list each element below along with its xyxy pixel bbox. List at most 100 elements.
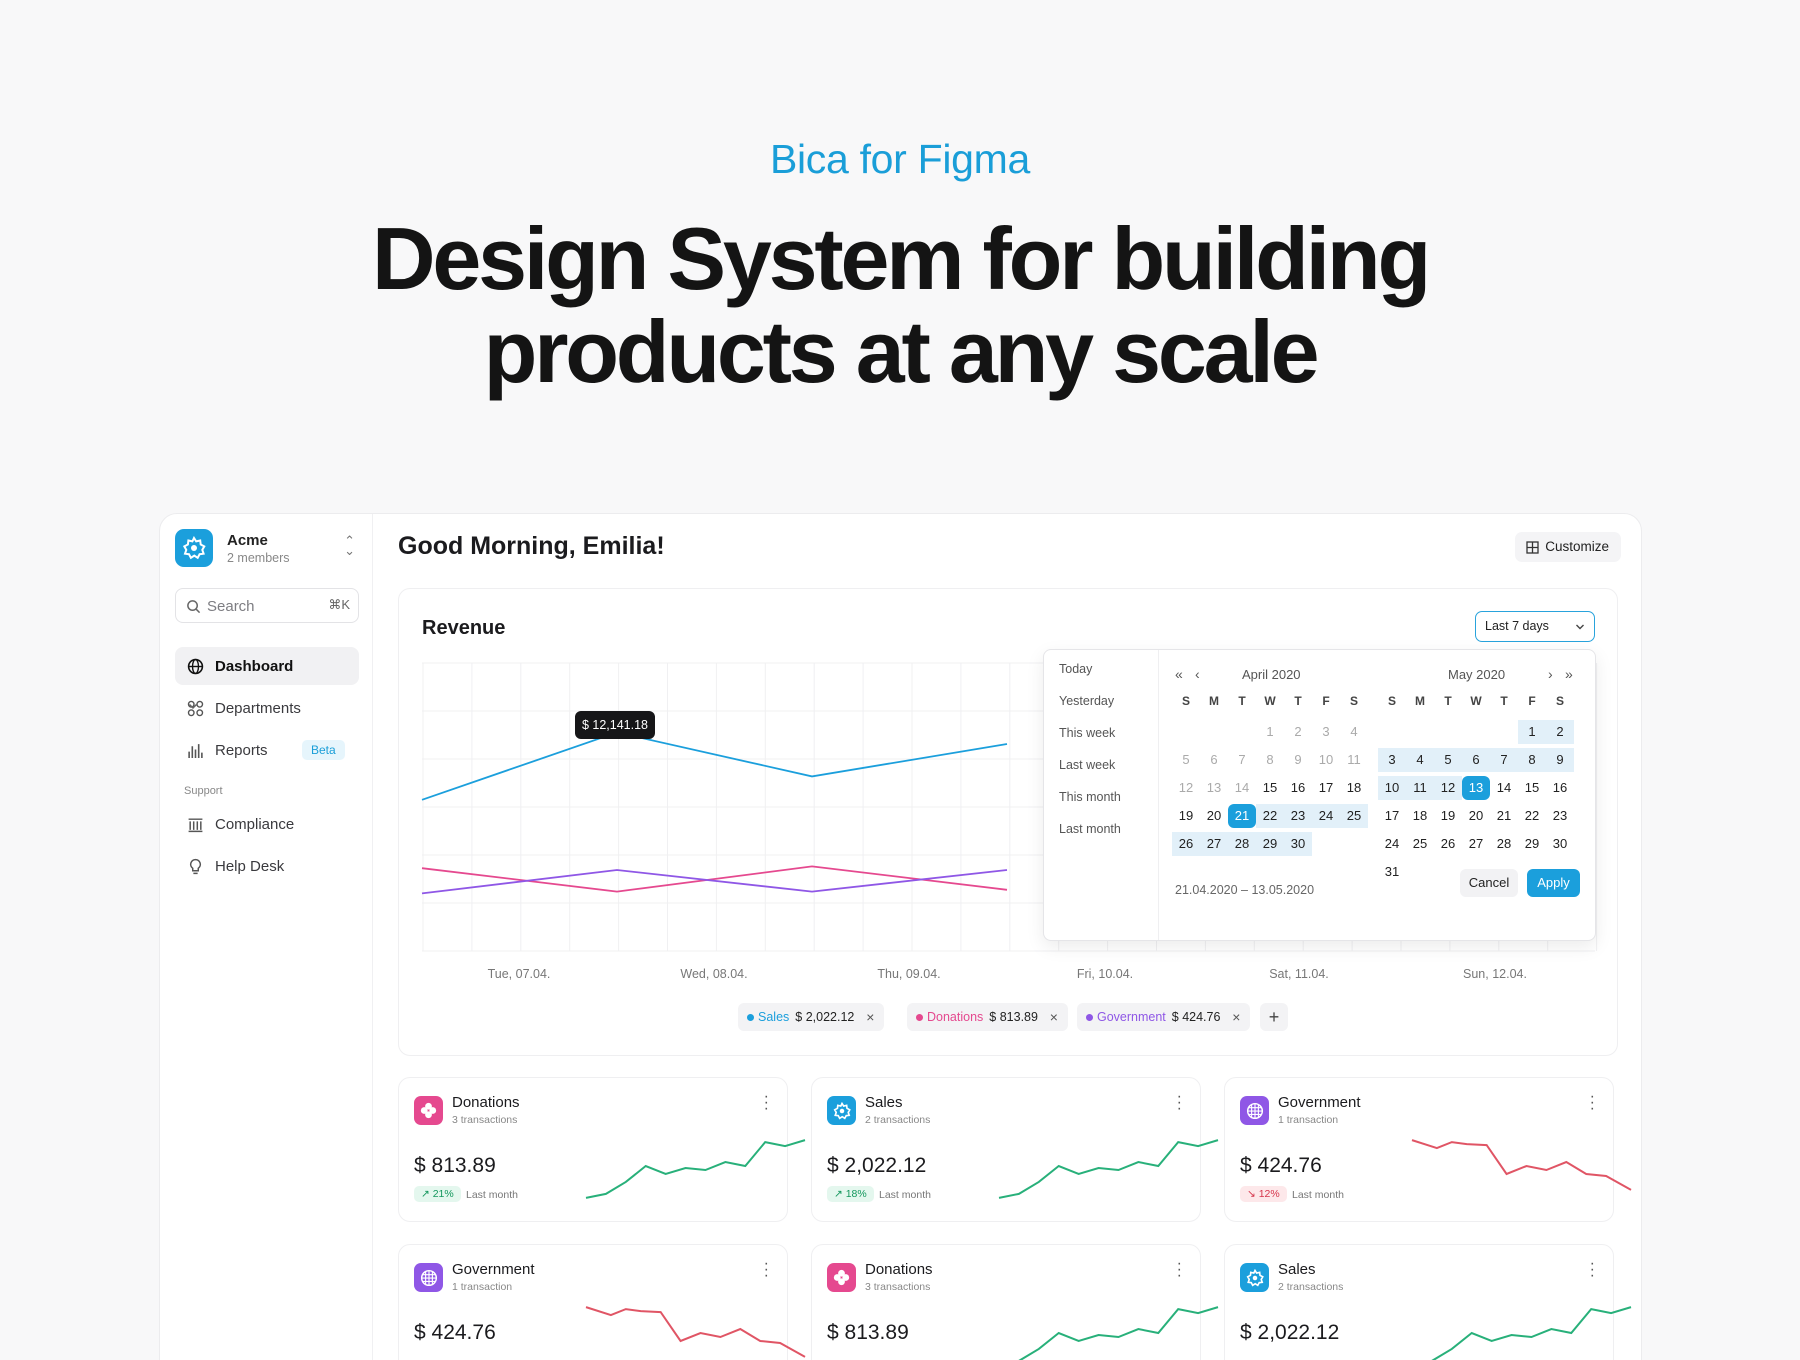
calendar-day[interactable]: 13 <box>1462 776 1490 800</box>
calendar-day[interactable]: 4 <box>1406 748 1434 772</box>
calendar-day[interactable]: 10 <box>1378 776 1406 800</box>
metric-card[interactable]: Donations 3 transactions · · · $ 813.89 <box>811 1244 1219 1360</box>
calendar-day[interactable]: 26 <box>1172 832 1200 856</box>
calendar-day[interactable]: 18 <box>1340 776 1368 800</box>
chevron-right-icon[interactable]: › <box>1548 666 1553 682</box>
calendar-day[interactable]: 15 <box>1256 776 1284 800</box>
calendar-day[interactable]: 16 <box>1284 776 1312 800</box>
calendar-day[interactable]: 20 <box>1462 804 1490 828</box>
calendar-day[interactable]: 20 <box>1200 804 1228 828</box>
legend-chip-donations[interactable]: Donations $ 813.89 × <box>907 1003 1068 1031</box>
calendar-day[interactable]: 25 <box>1406 832 1434 856</box>
calendar-day[interactable]: 28 <box>1490 832 1518 856</box>
calendar-day[interactable]: 25 <box>1340 804 1368 828</box>
calendar-day[interactable]: 13 <box>1200 776 1228 800</box>
preset-yesterday[interactable]: Yesterday <box>1059 694 1114 708</box>
chevron-left-icon[interactable]: ‹ <box>1195 666 1200 682</box>
more-vertical-icon[interactable]: · · · <box>1177 1256 1182 1284</box>
customize-button[interactable]: Customize <box>1515 532 1621 562</box>
more-vertical-icon[interactable]: · · · <box>1590 1256 1595 1284</box>
more-vertical-icon[interactable]: · · · <box>1590 1089 1595 1117</box>
add-series-button[interactable]: + <box>1260 1003 1288 1031</box>
calendar-day[interactable]: 3 <box>1312 720 1340 744</box>
series-line-government[interactable] <box>421 869 1008 895</box>
calendar-day[interactable]: 23 <box>1546 804 1574 828</box>
more-vertical-icon[interactable]: · · · <box>764 1256 769 1284</box>
double-chevron-right-icon[interactable]: » <box>1565 666 1573 682</box>
calendar-day[interactable]: 12 <box>1172 776 1200 800</box>
metric-card[interactable]: Donations 3 transactions · · · $ 813.89 ↗ 21% L… <box>398 1077 806 1222</box>
calendar-day[interactable]: 4 <box>1340 720 1368 744</box>
calendar-day[interactable]: 16 <box>1546 776 1574 800</box>
calendar-day[interactable]: 22 <box>1518 804 1546 828</box>
search-input[interactable]: Search ⌘K <box>175 588 359 623</box>
calendar-day[interactable]: 28 <box>1228 832 1256 856</box>
calendar-day[interactable]: 3 <box>1378 748 1406 772</box>
calendar-day[interactable]: 24 <box>1378 832 1406 856</box>
more-vertical-icon[interactable]: · · · <box>764 1089 769 1117</box>
calendar-day[interactable]: 5 <box>1172 748 1200 772</box>
legend-chip-sales[interactable]: Sales $ 2,022.12 × <box>738 1003 885 1031</box>
chevron-updown-icon[interactable]: ⌃ ⌄ <box>344 534 355 557</box>
calendar-day[interactable]: 15 <box>1518 776 1546 800</box>
calendar-day[interactable]: 11 <box>1406 776 1434 800</box>
calendar-day[interactable]: 14 <box>1228 776 1256 800</box>
calendar-day[interactable]: 30 <box>1284 832 1312 856</box>
calendar-day[interactable]: 9 <box>1284 748 1312 772</box>
double-chevron-left-icon[interactable]: « <box>1175 666 1183 682</box>
close-icon[interactable]: × <box>1232 1003 1240 1031</box>
calendar-day[interactable]: 2 <box>1546 720 1574 744</box>
calendar-day[interactable]: 24 <box>1312 804 1340 828</box>
close-icon[interactable]: × <box>1050 1003 1058 1031</box>
metric-card[interactable]: Sales 2 transactions · · · $ 2,022.12 <box>1224 1244 1632 1360</box>
preset-this-week[interactable]: This week <box>1059 726 1115 740</box>
calendar-day[interactable]: 27 <box>1462 832 1490 856</box>
calendar-day[interactable]: 12 <box>1434 776 1462 800</box>
calendar-day[interactable]: 17 <box>1378 804 1406 828</box>
preset-today[interactable]: Today <box>1059 662 1092 676</box>
close-icon[interactable]: × <box>866 1003 874 1031</box>
metric-card[interactable]: Sales 2 transactions · · · $ 2,022.12 ↗ 18% Las… <box>811 1077 1219 1222</box>
more-vertical-icon[interactable]: · · · <box>1177 1089 1182 1117</box>
legend-chip-government[interactable]: Government $ 424.76 × <box>1077 1003 1251 1031</box>
calendar-day[interactable]: 2 <box>1284 720 1312 744</box>
calendar-day[interactable]: 26 <box>1434 832 1462 856</box>
preset-last-month[interactable]: Last month <box>1059 822 1121 836</box>
calendar-day[interactable]: 7 <box>1228 748 1256 772</box>
calendar-day[interactable]: 1 <box>1518 720 1546 744</box>
sidebar-item-help-desk[interactable]: Help Desk <box>175 847 359 885</box>
calendar-day[interactable]: 10 <box>1312 748 1340 772</box>
preset-this-month[interactable]: This month <box>1059 790 1121 804</box>
calendar-day[interactable]: 29 <box>1518 832 1546 856</box>
calendar-day[interactable]: 5 <box>1434 748 1462 772</box>
calendar-day[interactable]: 22 <box>1256 804 1284 828</box>
calendar-day[interactable]: 19 <box>1172 804 1200 828</box>
sidebar-item-reports[interactable]: Reports Beta <box>175 731 359 769</box>
calendar-day[interactable]: 31 <box>1378 860 1406 884</box>
org-switcher[interactable]: Acme 2 members ⌃ ⌄ <box>175 529 355 569</box>
preset-last-week[interactable]: Last week <box>1059 758 1115 772</box>
calendar-day[interactable]: 21 <box>1490 804 1518 828</box>
series-line-sales[interactable] <box>421 731 1008 801</box>
apply-button[interactable]: Apply <box>1527 869 1580 897</box>
calendar-day[interactable]: 19 <box>1434 804 1462 828</box>
sidebar-item-departments[interactable]: Departments <box>175 689 359 727</box>
calendar-day[interactable]: 29 <box>1256 832 1284 856</box>
calendar-day[interactable]: 23 <box>1284 804 1312 828</box>
calendar-day[interactable]: 14 <box>1490 776 1518 800</box>
calendar-day[interactable]: 17 <box>1312 776 1340 800</box>
calendar-day[interactable]: 18 <box>1406 804 1434 828</box>
sidebar-item-dashboard[interactable]: Dashboard <box>175 647 359 685</box>
calendar-day[interactable]: 6 <box>1462 748 1490 772</box>
metric-card[interactable]: Government 1 transaction · · · $ 424.76 <box>398 1244 806 1360</box>
calendar-day[interactable]: 1 <box>1256 720 1284 744</box>
calendar-day[interactable]: 11 <box>1340 748 1368 772</box>
calendar-day[interactable]: 8 <box>1256 748 1284 772</box>
calendar-day[interactable]: 7 <box>1490 748 1518 772</box>
calendar-day[interactable]: 27 <box>1200 832 1228 856</box>
calendar-day[interactable]: 30 <box>1546 832 1574 856</box>
calendar-day[interactable]: 6 <box>1200 748 1228 772</box>
metric-card[interactable]: Government 1 transaction · · · $ 424.76 ↘ 12% L… <box>1224 1077 1632 1222</box>
sidebar-item-compliance[interactable]: Compliance <box>175 805 359 843</box>
calendar-day[interactable]: 8 <box>1518 748 1546 772</box>
